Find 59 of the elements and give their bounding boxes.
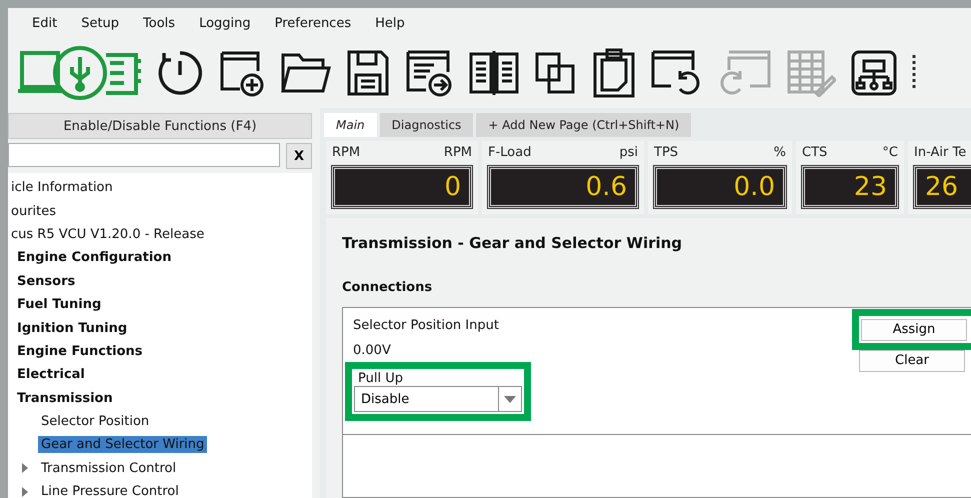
page-tab[interactable]: Diagnostics	[380, 113, 474, 137]
menu-item[interactable]: Setup	[69, 16, 132, 30]
usb-connection-icon[interactable]	[18, 45, 142, 101]
columns-icon[interactable]	[468, 49, 520, 97]
pull-up-dropdown[interactable]: Disable	[354, 386, 522, 412]
menu-item[interactable]: Tools	[131, 16, 188, 30]
tree-item[interactable]: Sensors	[14, 272, 78, 290]
gauge-label: TPS	[654, 145, 678, 160]
clear-button[interactable]: Clear	[859, 350, 965, 372]
gauge-label: CTS	[802, 145, 828, 160]
menu-item[interactable]: Logging	[187, 16, 263, 30]
power-icon[interactable]	[156, 49, 204, 97]
tree-item[interactable]: Fuel Tuning	[14, 296, 104, 314]
tree-item[interactable]: Engine Functions	[14, 342, 146, 360]
tree-item[interactable]: Transmission	[14, 390, 116, 407]
expand-caret-icon[interactable]	[20, 463, 30, 474]
search-field[interactable]	[8, 143, 280, 167]
gauge-unit: °C	[882, 145, 898, 160]
clipboard-icon[interactable]	[592, 48, 636, 98]
gauge-label: RPM	[332, 145, 360, 160]
tree-item[interactable]: cus R5 VCU V1.20.0 - Release	[8, 226, 208, 243]
folder-icon[interactable]	[280, 51, 332, 95]
gauge-display: 23	[802, 166, 898, 208]
menu-item[interactable]: Preferences	[262, 16, 364, 30]
input-name: Selector Position Input	[353, 318, 500, 333]
gauge-display: 0.0	[654, 166, 786, 208]
gauge-unit: %	[774, 145, 786, 160]
gauge-display: 0	[332, 166, 472, 208]
gauge-display: 0.6	[488, 166, 638, 208]
expand-caret-icon[interactable]	[20, 486, 30, 497]
tree-item[interactable]: Gear and Selector Wiring	[38, 436, 208, 454]
clear-search-button[interactable]: X	[286, 143, 312, 169]
tree-item[interactable]: Selector Position	[38, 413, 152, 430]
network-icon[interactable]	[850, 49, 898, 97]
voltage-reading: 0.00V	[353, 343, 392, 358]
page-tab[interactable]: Main	[324, 113, 377, 137]
section-heading: Connections	[342, 280, 434, 295]
save-icon[interactable]	[346, 49, 390, 97]
tree-item[interactable]: Transmission Control	[38, 460, 180, 477]
field-label: Pull Up	[357, 371, 404, 386]
page-tab[interactable]: + Add New Page (Ctrl+Shift+N)	[476, 113, 692, 137]
functions-button[interactable]: Enable/Disable Functions (F4)	[8, 113, 312, 139]
gauge-unit: RPM	[444, 145, 472, 160]
tree-item[interactable]: Engine Configuration	[14, 249, 174, 266]
tree-item[interactable]: Ignition Tuning	[14, 320, 130, 337]
tree-item[interactable]: ourites	[8, 202, 60, 220]
gauge-label: F-Load	[488, 145, 532, 160]
tree-item[interactable]: Electrical	[14, 366, 88, 384]
menu-item[interactable]: Help	[363, 16, 417, 30]
new-page-icon[interactable]	[218, 49, 266, 97]
menu-item[interactable]: Edit	[20, 16, 70, 30]
gauge-display: 26	[914, 166, 971, 208]
gauge-label: In-Air Te	[914, 145, 966, 160]
gauge-unit: psi	[619, 145, 638, 160]
page-title: Transmission - Gear and Selector Wiring	[342, 234, 684, 252]
tree-item[interactable]: icle Information	[8, 179, 116, 196]
assign-button[interactable]: Assign	[861, 318, 967, 340]
tree-item[interactable]: Line Pressure Control	[38, 483, 182, 498]
export-icon[interactable]	[404, 49, 454, 97]
